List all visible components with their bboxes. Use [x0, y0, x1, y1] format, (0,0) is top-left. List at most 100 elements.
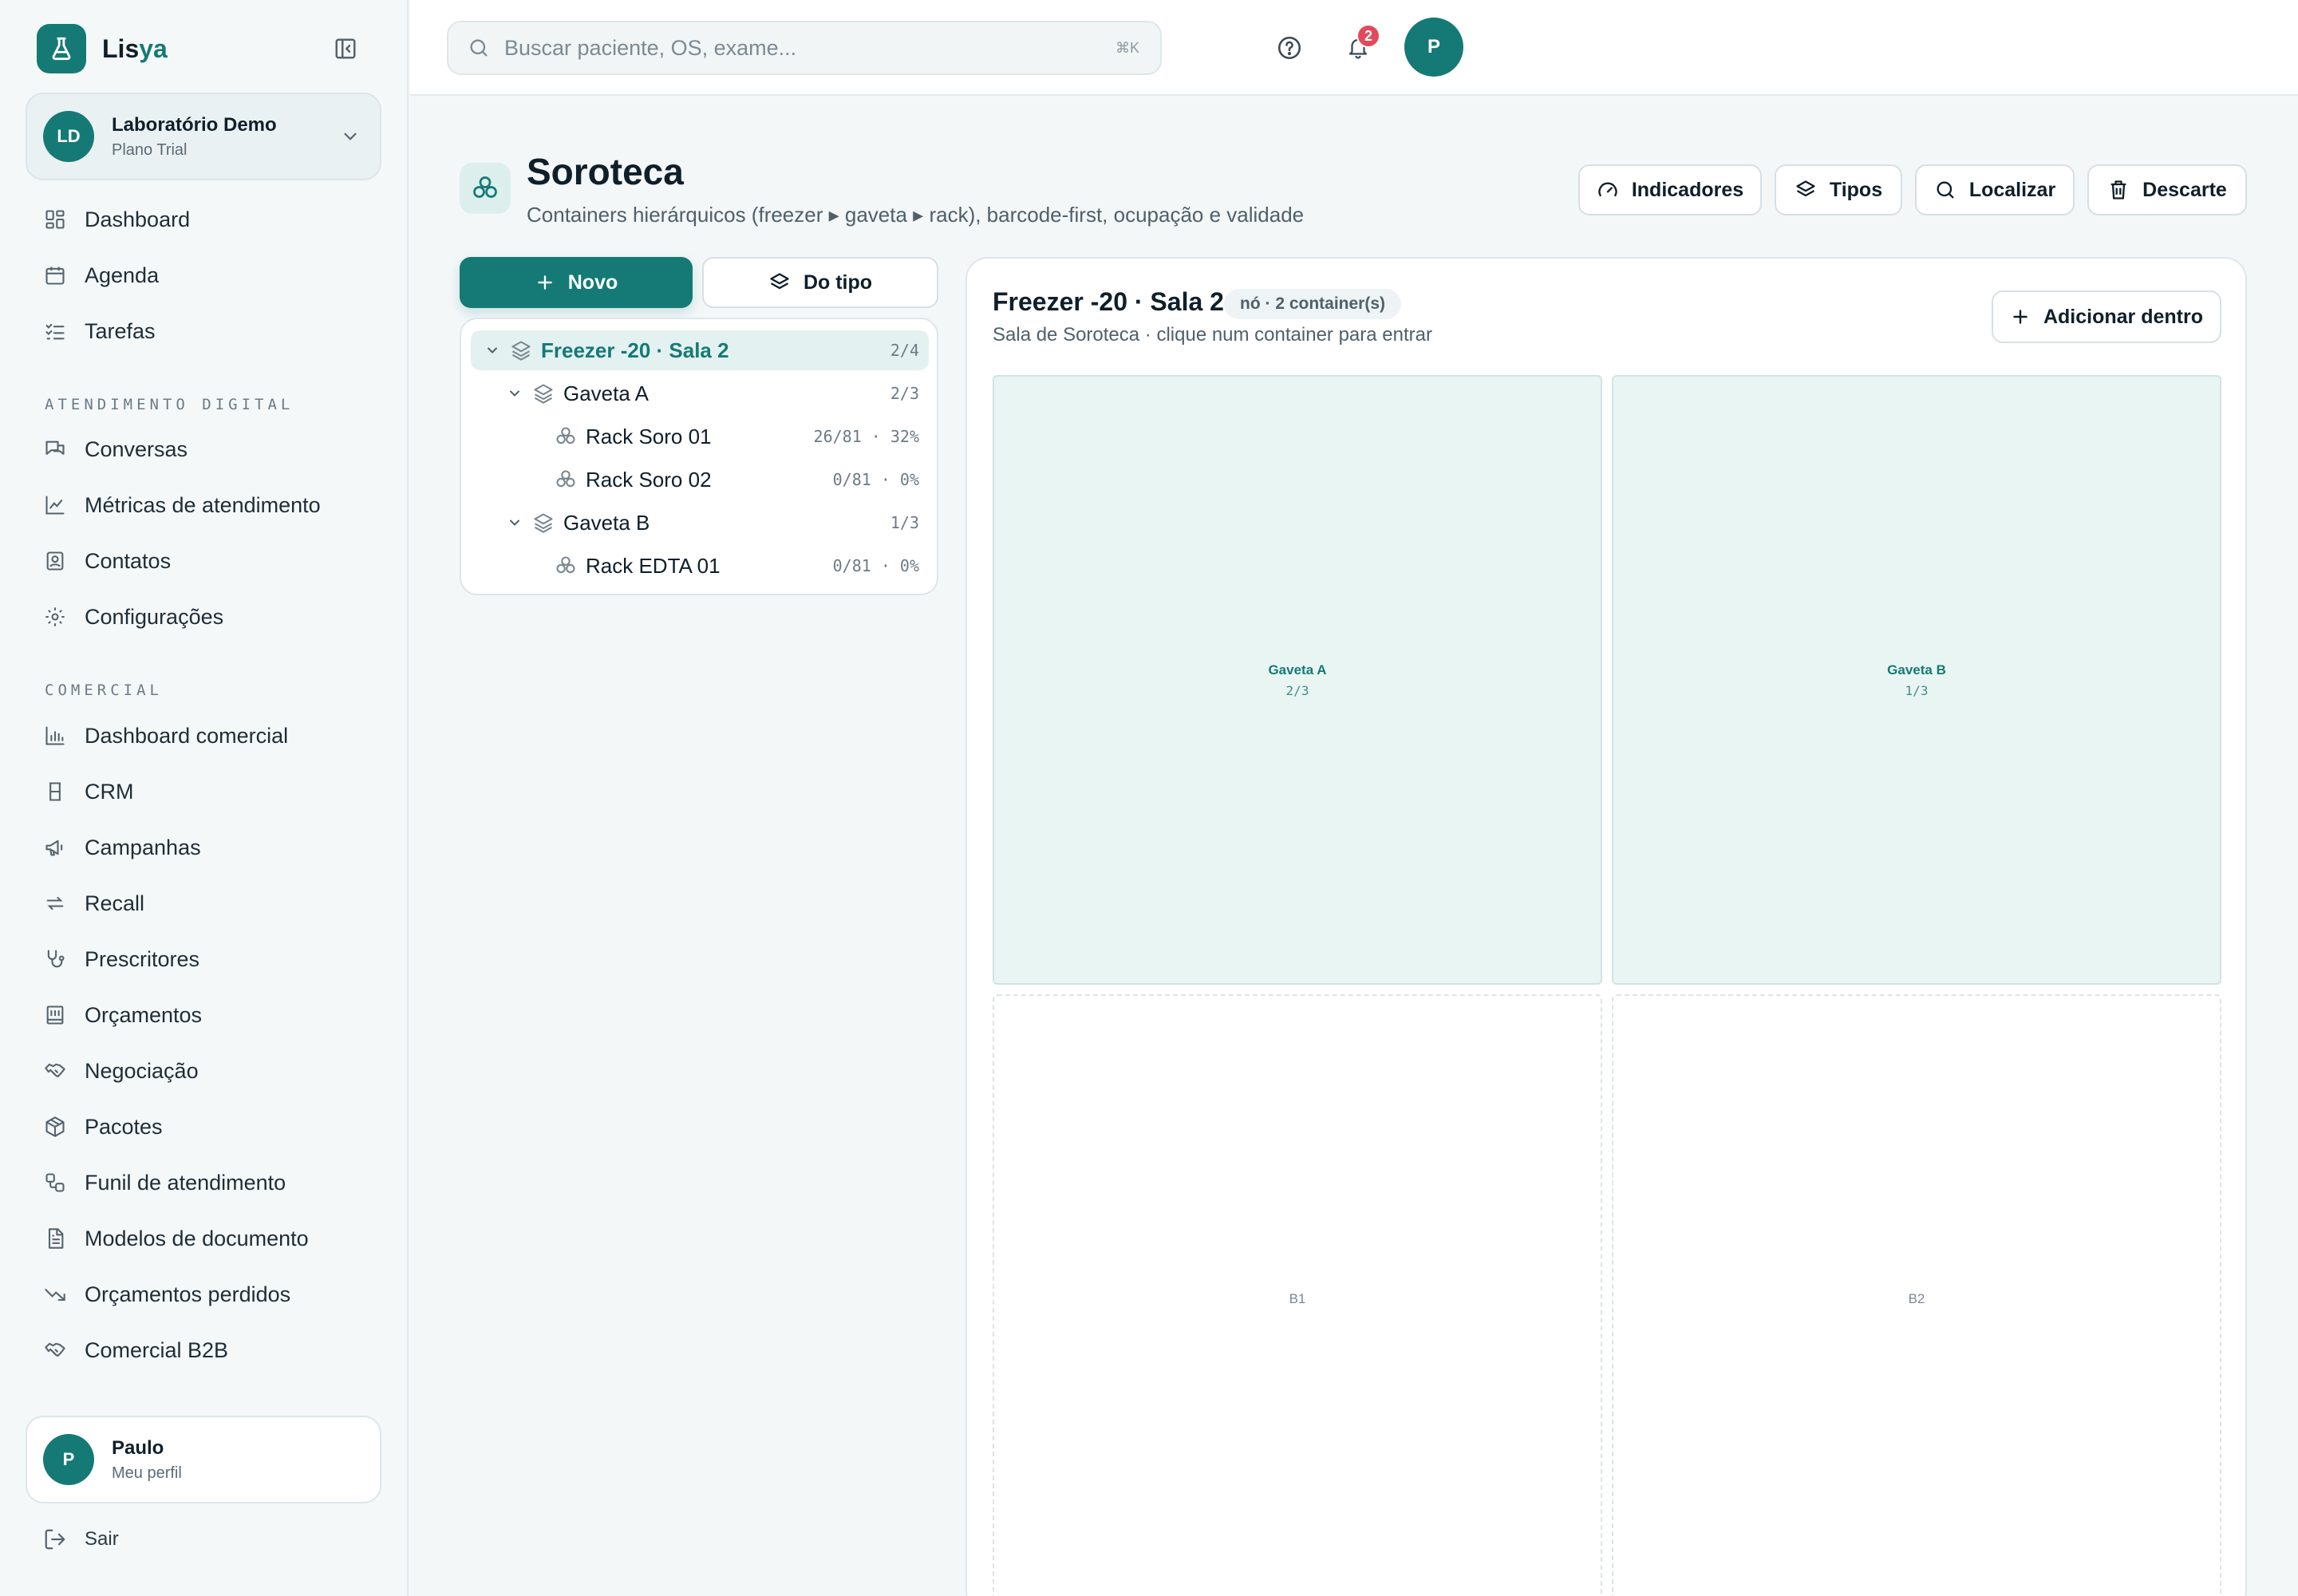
page-subtitle: Containers hierárquicos (freezer ▸ gavet…	[527, 203, 1305, 227]
indicadores-button[interactable]: Indicadores	[1578, 164, 1762, 215]
user-profile-card[interactable]: P Paulo Meu perfil	[26, 1416, 381, 1503]
sidebar-item-orcamentos-perdidos[interactable]: Orçamentos perdidos	[26, 1266, 385, 1322]
slot-b2[interactable]: B2	[1612, 994, 2221, 1596]
novo-button[interactable]: Novo	[460, 257, 693, 308]
sidebar: Lisya LD Laboratório Demo Plano Trial Da…	[0, 0, 409, 1596]
container-panel: Freezer -20 · Sala 2 nó · 2 container(s)…	[965, 257, 2247, 1596]
stethoscope-icon	[43, 947, 67, 971]
lab-plan: Plano Trial	[112, 140, 188, 159]
nav-main: Dashboard Agenda Tarefas	[26, 192, 385, 359]
calendar-icon	[43, 263, 67, 287]
container-tree: Freezer -20 · Sala 2 2/4 Gaveta A 2/3 Ra…	[460, 318, 938, 595]
funnel-icon	[43, 1171, 67, 1195]
search-shortcut: ⌘K	[1115, 39, 1139, 56]
sidebar-collapse-icon[interactable]	[332, 35, 359, 62]
contact-icon	[43, 549, 67, 573]
bar-chart-icon	[43, 724, 67, 748]
slot-gaveta-b[interactable]: Gaveta B 1/3	[1612, 375, 2221, 985]
rack-icon	[554, 468, 578, 492]
handshake-icon	[43, 1338, 67, 1362]
search-icon	[1934, 179, 1956, 201]
chevron-down-icon[interactable]	[506, 385, 523, 402]
chevron-down-icon[interactable]	[484, 342, 501, 359]
flask-icon	[37, 24, 86, 73]
layers-icon	[509, 338, 533, 362]
do-tipo-button[interactable]: Do tipo	[702, 257, 938, 308]
sidebar-item-orcamentos[interactable]: Orçamentos	[26, 987, 385, 1043]
panel-subtitle: Sala de Soroteca · clique num container …	[993, 324, 1432, 346]
chevron-down-icon[interactable]	[506, 514, 523, 531]
user-avatar: P	[43, 1434, 94, 1485]
brand-name: Lisya	[102, 34, 168, 63]
tree-node-rack-edta-01[interactable]: Rack EDTA 01 0/81 · 0%	[471, 546, 929, 586]
layers-icon	[531, 511, 555, 535]
sidebar-item-comercial-b2b[interactable]: Comercial B2B	[26, 1322, 385, 1378]
tree-node-gaveta-b[interactable]: Gaveta B 1/3	[471, 503, 929, 543]
sidebar-item-modelos[interactable]: Modelos de documento	[26, 1211, 385, 1266]
crm-icon	[43, 780, 67, 804]
search-icon	[468, 37, 490, 59]
descarte-button[interactable]: Descarte	[2087, 164, 2247, 215]
chat-icon	[43, 437, 67, 461]
brand[interactable]: Lisya	[37, 24, 168, 73]
plus-icon	[2010, 306, 2031, 327]
logout-button[interactable]: Sair	[43, 1527, 119, 1551]
repeat-icon	[43, 891, 67, 915]
lab-avatar: LD	[43, 111, 94, 162]
sidebar-item-conversas[interactable]: Conversas	[26, 421, 385, 477]
chevron-down-icon	[340, 126, 361, 147]
tree-node-freezer[interactable]: Freezer -20 · Sala 2 2/4	[471, 330, 929, 370]
logout-icon	[43, 1527, 67, 1551]
search-input[interactable]	[504, 35, 1063, 61]
tree-node-rack-soro-02[interactable]: Rack Soro 02 0/81 · 0%	[471, 460, 929, 500]
search-bar[interactable]: ⌘K	[447, 21, 1162, 75]
soroteca-icon	[460, 163, 511, 214]
slot-gaveta-a[interactable]: Gaveta A 2/3	[993, 375, 1602, 985]
sidebar-item-dashboard-comercial[interactable]: Dashboard comercial	[26, 708, 385, 764]
adicionar-dentro-button[interactable]: Adicionar dentro	[1992, 290, 2221, 343]
user-menu-avatar[interactable]: P	[1404, 18, 1463, 77]
slot-b1[interactable]: B1	[993, 994, 1602, 1596]
package-icon	[43, 1115, 67, 1139]
user-profile-link: Meu perfil	[112, 1464, 182, 1482]
user-name: Paulo	[112, 1436, 164, 1459]
tree-node-rack-soro-01[interactable]: Rack Soro 01 26/81 · 32%	[471, 417, 929, 456]
lab-switcher[interactable]: LD Laboratório Demo Plano Trial	[26, 93, 381, 180]
plus-icon	[535, 272, 555, 293]
node-count-chip: nó · 2 container(s)	[1224, 289, 1402, 319]
sidebar-item-funil[interactable]: Funil de atendimento	[26, 1155, 385, 1211]
trending-down-icon	[43, 1282, 67, 1306]
sidebar-item-pacotes[interactable]: Pacotes	[26, 1099, 385, 1155]
tipos-button[interactable]: Tipos	[1775, 164, 1902, 215]
rack-icon	[554, 425, 578, 448]
localizar-button[interactable]: Localizar	[1915, 164, 2075, 215]
tree-node-gaveta-a[interactable]: Gaveta A 2/3	[471, 373, 929, 413]
sidebar-item-metricas[interactable]: Métricas de atendimento	[26, 477, 385, 533]
layers-icon	[768, 271, 791, 294]
gear-icon	[43, 605, 67, 629]
sidebar-item-agenda[interactable]: Agenda	[26, 247, 385, 303]
layers-icon	[1795, 179, 1817, 201]
sidebar-item-contatos[interactable]: Contatos	[26, 533, 385, 589]
page-title: Soroteca	[527, 151, 684, 192]
notification-badge: 2	[1356, 24, 1380, 48]
megaphone-icon	[43, 836, 67, 859]
sidebar-item-tarefas[interactable]: Tarefas	[26, 303, 385, 359]
sidebar-item-crm[interactable]: CRM	[26, 764, 385, 820]
sidebar-item-configuracoes[interactable]: Configurações	[26, 589, 385, 645]
nav-digital: Conversas Métricas de atendimento Contat…	[26, 421, 385, 645]
handshake-icon	[43, 1059, 67, 1083]
sidebar-item-recall[interactable]: Recall	[26, 875, 385, 931]
dashboard-icon	[43, 207, 67, 231]
budget-icon	[43, 1003, 67, 1027]
document-icon	[43, 1227, 67, 1250]
sidebar-item-prescritores[interactable]: Prescritores	[26, 931, 385, 987]
trash-icon	[2107, 179, 2130, 201]
section-title-atendimento: ATENDIMENTO DIGITAL	[45, 396, 294, 413]
sidebar-item-campanhas[interactable]: Campanhas	[26, 820, 385, 875]
help-icon[interactable]	[1273, 32, 1305, 64]
line-chart-icon	[43, 493, 67, 517]
sidebar-item-negociacao[interactable]: Negociação	[26, 1043, 385, 1099]
sidebar-item-dashboard[interactable]: Dashboard	[26, 192, 385, 247]
panel-title: Freezer -20 · Sala 2	[993, 287, 1224, 316]
